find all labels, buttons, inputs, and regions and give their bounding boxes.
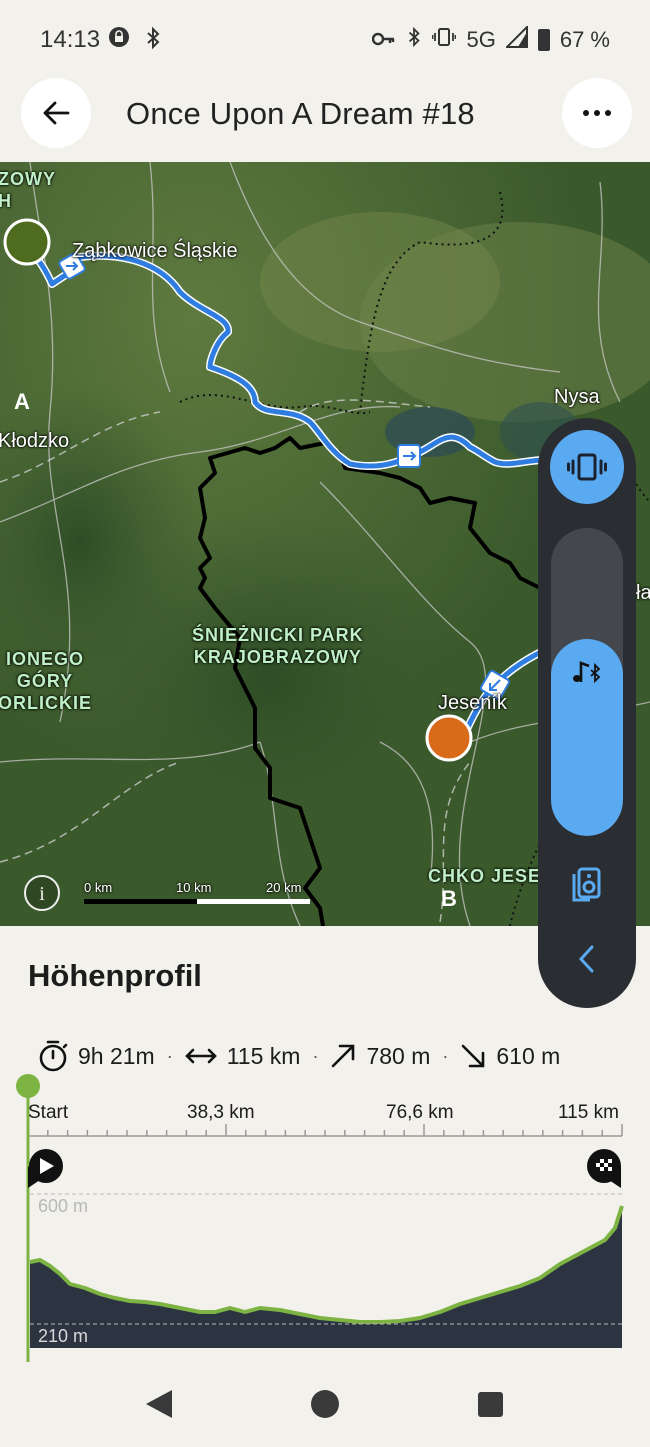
signal-icon (504, 24, 528, 54)
volume-panel (538, 418, 636, 1008)
status-bar: 14:13 5G 67 % (0, 0, 650, 78)
section-title: Höhenprofil (28, 958, 202, 993)
nav-recents-icon[interactable] (478, 1392, 503, 1417)
start-marker[interactable] (3, 218, 51, 266)
map-scale-bar (84, 899, 310, 904)
arrow-left-icon (43, 101, 70, 125)
elevation-max-label: 600 m (38, 1196, 89, 1216)
battery-percent: 67 % (559, 27, 610, 52)
map-label-zowy: ZOWY H (0, 169, 56, 211)
map-label-chko: CHKO JESE (428, 866, 542, 886)
vibrate-mode-icon (432, 27, 457, 53)
hearing-icon[interactable] (568, 866, 606, 904)
stopwatch-icon (39, 1040, 68, 1072)
route-stats: 9h 21m · 115 km · 780 m · 610 m (38, 1038, 560, 1074)
map-label-nysa: Nysa (554, 386, 600, 408)
distance-icon (184, 1048, 217, 1064)
axis-label-end: 115 km (558, 1102, 619, 1123)
end-marker-label: B (441, 886, 457, 911)
elevation-min-label: 210 m (38, 1326, 89, 1346)
map-label-zabkowice: Ząbkowice Śląskie (72, 240, 238, 262)
map-label-park: ŚNIEŻNICKI PARK KRAJOBRAZOWY (192, 625, 364, 667)
distance-value: 115 km (226, 1042, 301, 1069)
route-direction-icon (397, 444, 421, 468)
elevation-profile-chart[interactable]: Start 38,3 km 76,6 km 115 km 600 m 210 m (0, 1072, 650, 1362)
vibrate-icon (567, 453, 607, 481)
descent-value: 610 m (496, 1042, 561, 1069)
key-icon (372, 27, 396, 53)
back-button[interactable] (21, 78, 91, 148)
more-horizontal-icon (583, 110, 611, 116)
page-title: Once Upon A Dream #18 (126, 96, 475, 131)
ascent-icon (332, 1044, 355, 1068)
finish-flag-icon (587, 1149, 621, 1188)
nav-home-icon[interactable] (311, 1390, 339, 1418)
axis-label-2: 76,6 km (386, 1102, 454, 1123)
scale-label-0: 0 km (84, 880, 113, 895)
lock-notification-icon (108, 26, 130, 56)
duration-value: 9h 21m (78, 1042, 155, 1069)
bluetooth-icon (406, 26, 422, 54)
start-flag-icon (28, 1149, 63, 1188)
map-label-klodzko: Kłodzko (0, 430, 70, 452)
battery-icon (537, 29, 550, 51)
app-header: Once Upon A Dream #18 (0, 78, 650, 162)
ascent-value: 780 m (366, 1042, 431, 1069)
descent-icon (462, 1044, 485, 1068)
scale-label-20: 20 km (266, 880, 302, 895)
start-marker-label: A (14, 389, 30, 414)
bluetooth-music-icon (538, 660, 636, 695)
more-button[interactable] (562, 78, 632, 148)
network-type: 5G (466, 27, 496, 52)
map-label-la: ła (636, 582, 650, 604)
scale-label-10: 10 km (176, 880, 212, 895)
map-label-gory: IONEGO GÓRY ORLICKIE (0, 649, 93, 713)
bluetooth-icon (144, 26, 162, 56)
axis-label-start: Start (28, 1102, 69, 1123)
status-time: 14:13 (40, 26, 101, 53)
map-label-jesenik: Jeseník (438, 692, 507, 714)
svg-text:i: i (39, 883, 45, 905)
nav-back-icon[interactable] (146, 1390, 172, 1418)
position-cursor-handle[interactable] (16, 1074, 40, 1098)
ringer-mode-button[interactable] (550, 430, 624, 504)
system-nav-bar (0, 1362, 650, 1447)
chevron-left-icon[interactable] (572, 942, 602, 976)
end-marker[interactable] (425, 714, 473, 762)
axis-label-1: 38,3 km (187, 1102, 255, 1123)
